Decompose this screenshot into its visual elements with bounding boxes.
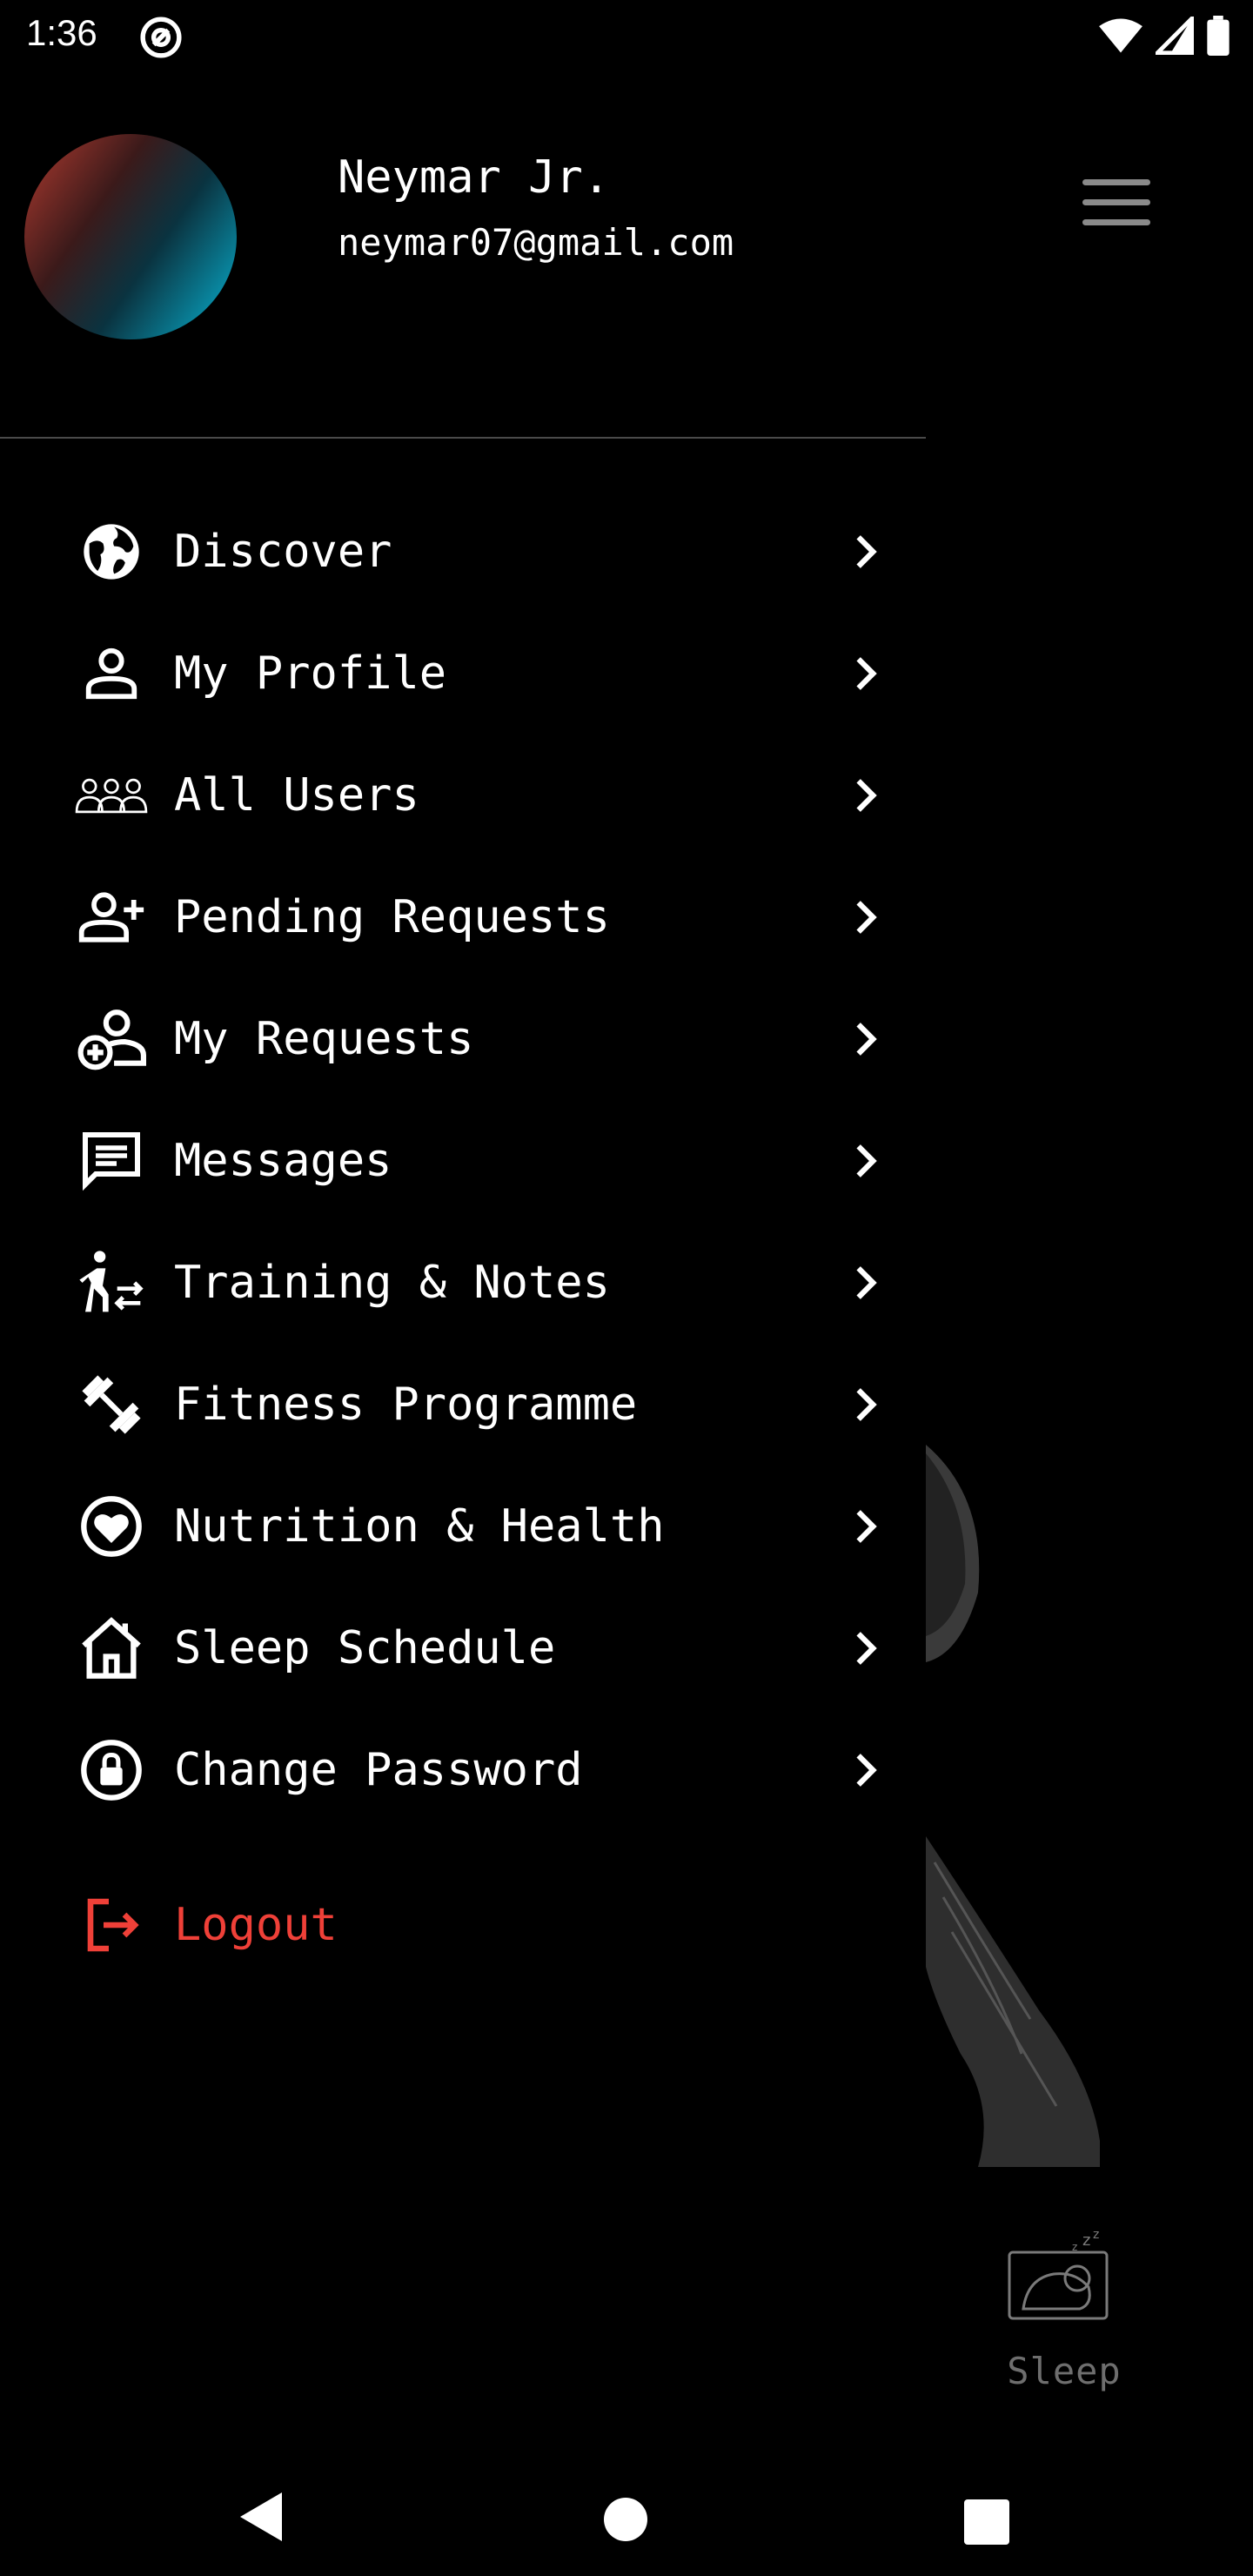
person-request-icon [75, 1003, 148, 1076]
menu-item-my-profile[interactable]: My Profile [0, 613, 926, 735]
menu-item-nutrition-health[interactable]: Nutrition & Health [0, 1466, 926, 1587]
svg-text:z: z [1072, 2241, 1077, 2253]
menu-item-fitness-programme[interactable]: Fitness Programme [0, 1344, 926, 1466]
system-nav-bar [0, 2463, 1253, 2576]
menu-item-discover[interactable]: Discover [0, 491, 926, 613]
user-name: Neymar Jr. [338, 151, 611, 204]
menu-item-label: Nutrition & Health [174, 1500, 665, 1553]
battery-icon [1207, 16, 1230, 56]
group-icon [75, 759, 148, 832]
back-icon[interactable] [235, 2489, 287, 2545]
heart-icon [75, 1490, 148, 1563]
message-icon [75, 1124, 148, 1197]
person-add-icon [75, 881, 148, 954]
chevron-right-icon [856, 1632, 877, 1665]
home-icon [75, 1612, 148, 1685]
signal-icon [1156, 17, 1194, 55]
navigation-drawer: Neymar Jr. neymar07@gmail.com Discover M… [0, 73, 926, 2463]
avatar[interactable] [24, 134, 237, 339]
svg-text:z: z [1093, 2228, 1099, 2242]
chevron-right-icon [856, 1144, 877, 1177]
divider [0, 437, 926, 439]
user-email: neymar07@gmail.com [338, 221, 734, 264]
menu-item-label: Change Password [174, 1744, 583, 1796]
globe-icon [75, 515, 148, 588]
chevron-right-icon [856, 1754, 877, 1787]
chevron-right-icon [856, 1023, 877, 1056]
chevron-right-icon [856, 779, 877, 812]
walk-icon [75, 1246, 148, 1319]
chevron-right-icon [856, 1510, 877, 1543]
menu-item-my-requests[interactable]: My Requests [0, 978, 926, 1100]
menu-item-messages[interactable]: Messages [0, 1100, 926, 1222]
sleep-tab-icon[interactable]: z z z [1006, 2226, 1110, 2322]
wifi-icon [1099, 18, 1142, 53]
menu-item-change-password[interactable]: Change Password [0, 1709, 926, 1831]
home-button-icon[interactable] [604, 2498, 647, 2541]
recent-apps-icon[interactable] [964, 2499, 1009, 2545]
menu-item-training-notes[interactable]: Training & Notes [0, 1222, 926, 1344]
menu-item-label: Sleep Schedule [174, 1622, 556, 1674]
menu-item-label: My Profile [174, 647, 447, 700]
chevron-right-icon [856, 1266, 877, 1299]
chevron-right-icon [856, 901, 877, 934]
hamburger-menu-icon[interactable] [1079, 174, 1154, 231]
menu-item-label: Training & Notes [174, 1257, 610, 1309]
at-sign-icon [140, 17, 182, 58]
svg-text:z: z [1082, 2231, 1090, 2250]
menu-item-label: My Requests [174, 1013, 474, 1065]
dumbbell-icon [75, 1368, 148, 1441]
menu-item-label: All Users [174, 769, 419, 822]
logout-icon [75, 1888, 148, 1962]
menu-item-label: Messages [174, 1135, 392, 1187]
background-artwork [926, 1445, 1100, 2167]
chevron-right-icon [856, 657, 877, 690]
menu-item-label: Discover [174, 526, 392, 578]
menu-item-sleep-schedule[interactable]: Sleep Schedule [0, 1587, 926, 1709]
menu-item-label: Pending Requests [174, 891, 610, 943]
lock-icon [75, 1734, 148, 1807]
chevron-right-icon [856, 535, 877, 568]
menu-item-label: Fitness Programme [174, 1379, 638, 1431]
status-time: 1:36 [26, 12, 97, 53]
sleep-tab-label[interactable]: Sleep [983, 2350, 1145, 2392]
chevron-right-icon [856, 1388, 877, 1421]
logout-button[interactable]: Logout [0, 1864, 609, 1986]
person-icon [75, 637, 148, 710]
menu-item-all-users[interactable]: All Users [0, 735, 926, 856]
status-bar: 1:36 [0, 0, 1253, 73]
logout-label: Logout [174, 1899, 338, 1951]
status-icons [1098, 16, 1230, 56]
menu-item-pending-requests[interactable]: Pending Requests [0, 856, 926, 978]
